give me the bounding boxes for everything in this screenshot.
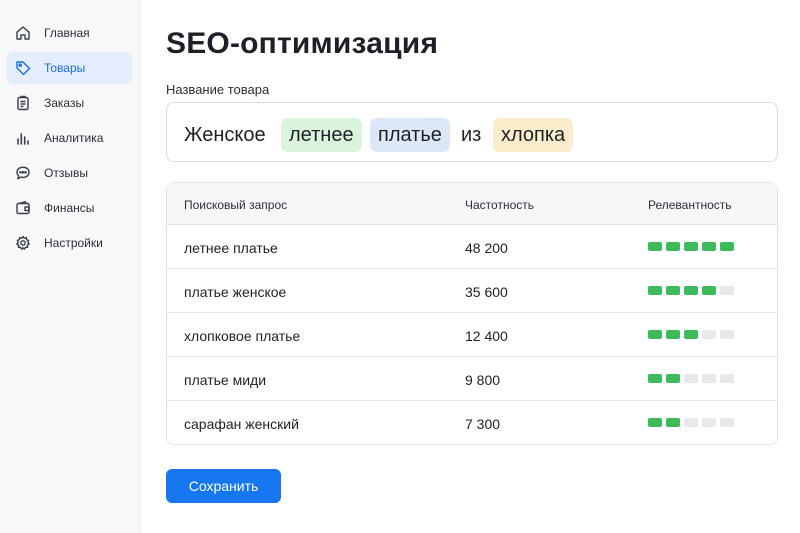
relevance-segment-filled [684, 286, 698, 295]
table-row[interactable]: хлопковое платье 12 400 [167, 313, 777, 357]
relevance-segment-filled [702, 242, 716, 251]
relevance-segment-filled [666, 374, 680, 383]
relevance-segment-empty [720, 286, 734, 295]
product-name-field[interactable]: Женское летнее платье из хлопка [166, 102, 778, 162]
bar-chart-icon [15, 130, 31, 146]
sidebar-item-label: Финансы [44, 201, 95, 215]
chat-icon [15, 165, 31, 181]
sidebar-item-analytics[interactable]: Аналитика [7, 122, 132, 154]
relevance-segment-filled [648, 330, 662, 339]
product-name-label: Название товара [166, 82, 270, 97]
relevance-segment-empty [702, 418, 716, 427]
keywords-table: Поисковый запрос Частотность Релевантнос… [166, 182, 778, 445]
relevance-segment-empty [720, 330, 734, 339]
product-word: из [461, 124, 482, 146]
relevance-segment-filled [720, 242, 734, 251]
frequency-cell: 9 800 [465, 372, 501, 388]
home-icon [15, 25, 31, 41]
gear-icon [15, 235, 31, 251]
keyword-chip-yellow[interactable]: хлопка [493, 118, 574, 152]
keyword-chip-blue[interactable]: платье [370, 118, 450, 152]
relevance-meter [648, 242, 734, 252]
column-header-frequency[interactable]: Частотность [465, 197, 534, 213]
relevance-segment-filled [666, 330, 680, 339]
relevance-segment-filled [648, 418, 662, 427]
query-cell: сарафан женский [184, 416, 299, 432]
relevance-segment-filled [702, 286, 716, 295]
sidebar-item-products[interactable]: Товары [7, 52, 132, 84]
column-header-relevance[interactable]: Релевантность [648, 197, 732, 213]
query-cell: хлопковое платье [184, 328, 301, 344]
save-button[interactable]: Сохранить [166, 469, 281, 503]
keyword-chip-green[interactable]: летнее [281, 118, 362, 152]
sidebar-item-home[interactable]: Главная [7, 17, 132, 49]
query-cell: платье миди [184, 372, 267, 388]
relevance-segment-empty [720, 374, 734, 383]
page-title: SEO-оптимизация [166, 27, 439, 60]
relevance-segment-empty [720, 418, 734, 427]
frequency-cell: 12 400 [465, 328, 508, 344]
sidebar: Главная Товары Заказы Аналитика Отзывы Ф… [0, 0, 141, 533]
relevance-meter [648, 286, 734, 296]
table-header: Поисковый запрос Частотность Релевантнос… [167, 183, 777, 225]
query-cell: летнее платье [184, 240, 278, 256]
relevance-meter [648, 330, 734, 340]
product-word: Женское [184, 124, 266, 146]
table-row[interactable]: сарафан женский 7 300 [167, 401, 777, 444]
relevance-segment-filled [648, 242, 662, 251]
relevance-segment-filled [684, 242, 698, 251]
wallet-icon [15, 200, 31, 216]
sidebar-item-label: Отзывы [44, 166, 88, 180]
frequency-cell: 48 200 [465, 240, 508, 256]
relevance-segment-filled [666, 242, 680, 251]
relevance-segment-empty [684, 418, 698, 427]
relevance-segment-filled [684, 330, 698, 339]
relevance-segment-empty [702, 374, 716, 383]
relevance-meter [648, 374, 734, 384]
table-row[interactable]: летнее платье 48 200 [167, 225, 777, 269]
sidebar-item-settings[interactable]: Настройки [7, 227, 132, 259]
sidebar-item-label: Аналитика [44, 131, 104, 145]
sidebar-item-orders[interactable]: Заказы [7, 87, 132, 119]
query-cell: платье женское [184, 284, 287, 300]
relevance-segment-empty [702, 330, 716, 339]
frequency-cell: 35 600 [465, 284, 508, 300]
sidebar-item-finances[interactable]: Финансы [7, 192, 132, 224]
relevance-segment-filled [666, 286, 680, 295]
sidebar-item-label: Заказы [44, 96, 85, 110]
relevance-segment-filled [648, 374, 662, 383]
table-row[interactable]: платье миди 9 800 [167, 357, 777, 401]
column-header-query[interactable]: Поисковый запрос [184, 197, 287, 213]
sidebar-item-label: Главная [44, 26, 90, 40]
sidebar-item-label: Настройки [44, 236, 103, 250]
tag-icon [15, 60, 31, 76]
clipboard-icon [15, 95, 31, 111]
table-row[interactable]: платье женское 35 600 [167, 269, 777, 313]
sidebar-item-label: Товары [44, 61, 86, 75]
sidebar-item-reviews[interactable]: Отзывы [7, 157, 132, 189]
relevance-segment-filled [666, 418, 680, 427]
relevance-segment-empty [684, 374, 698, 383]
relevance-meter [648, 418, 734, 428]
frequency-cell: 7 300 [465, 416, 501, 432]
relevance-segment-filled [648, 286, 662, 295]
